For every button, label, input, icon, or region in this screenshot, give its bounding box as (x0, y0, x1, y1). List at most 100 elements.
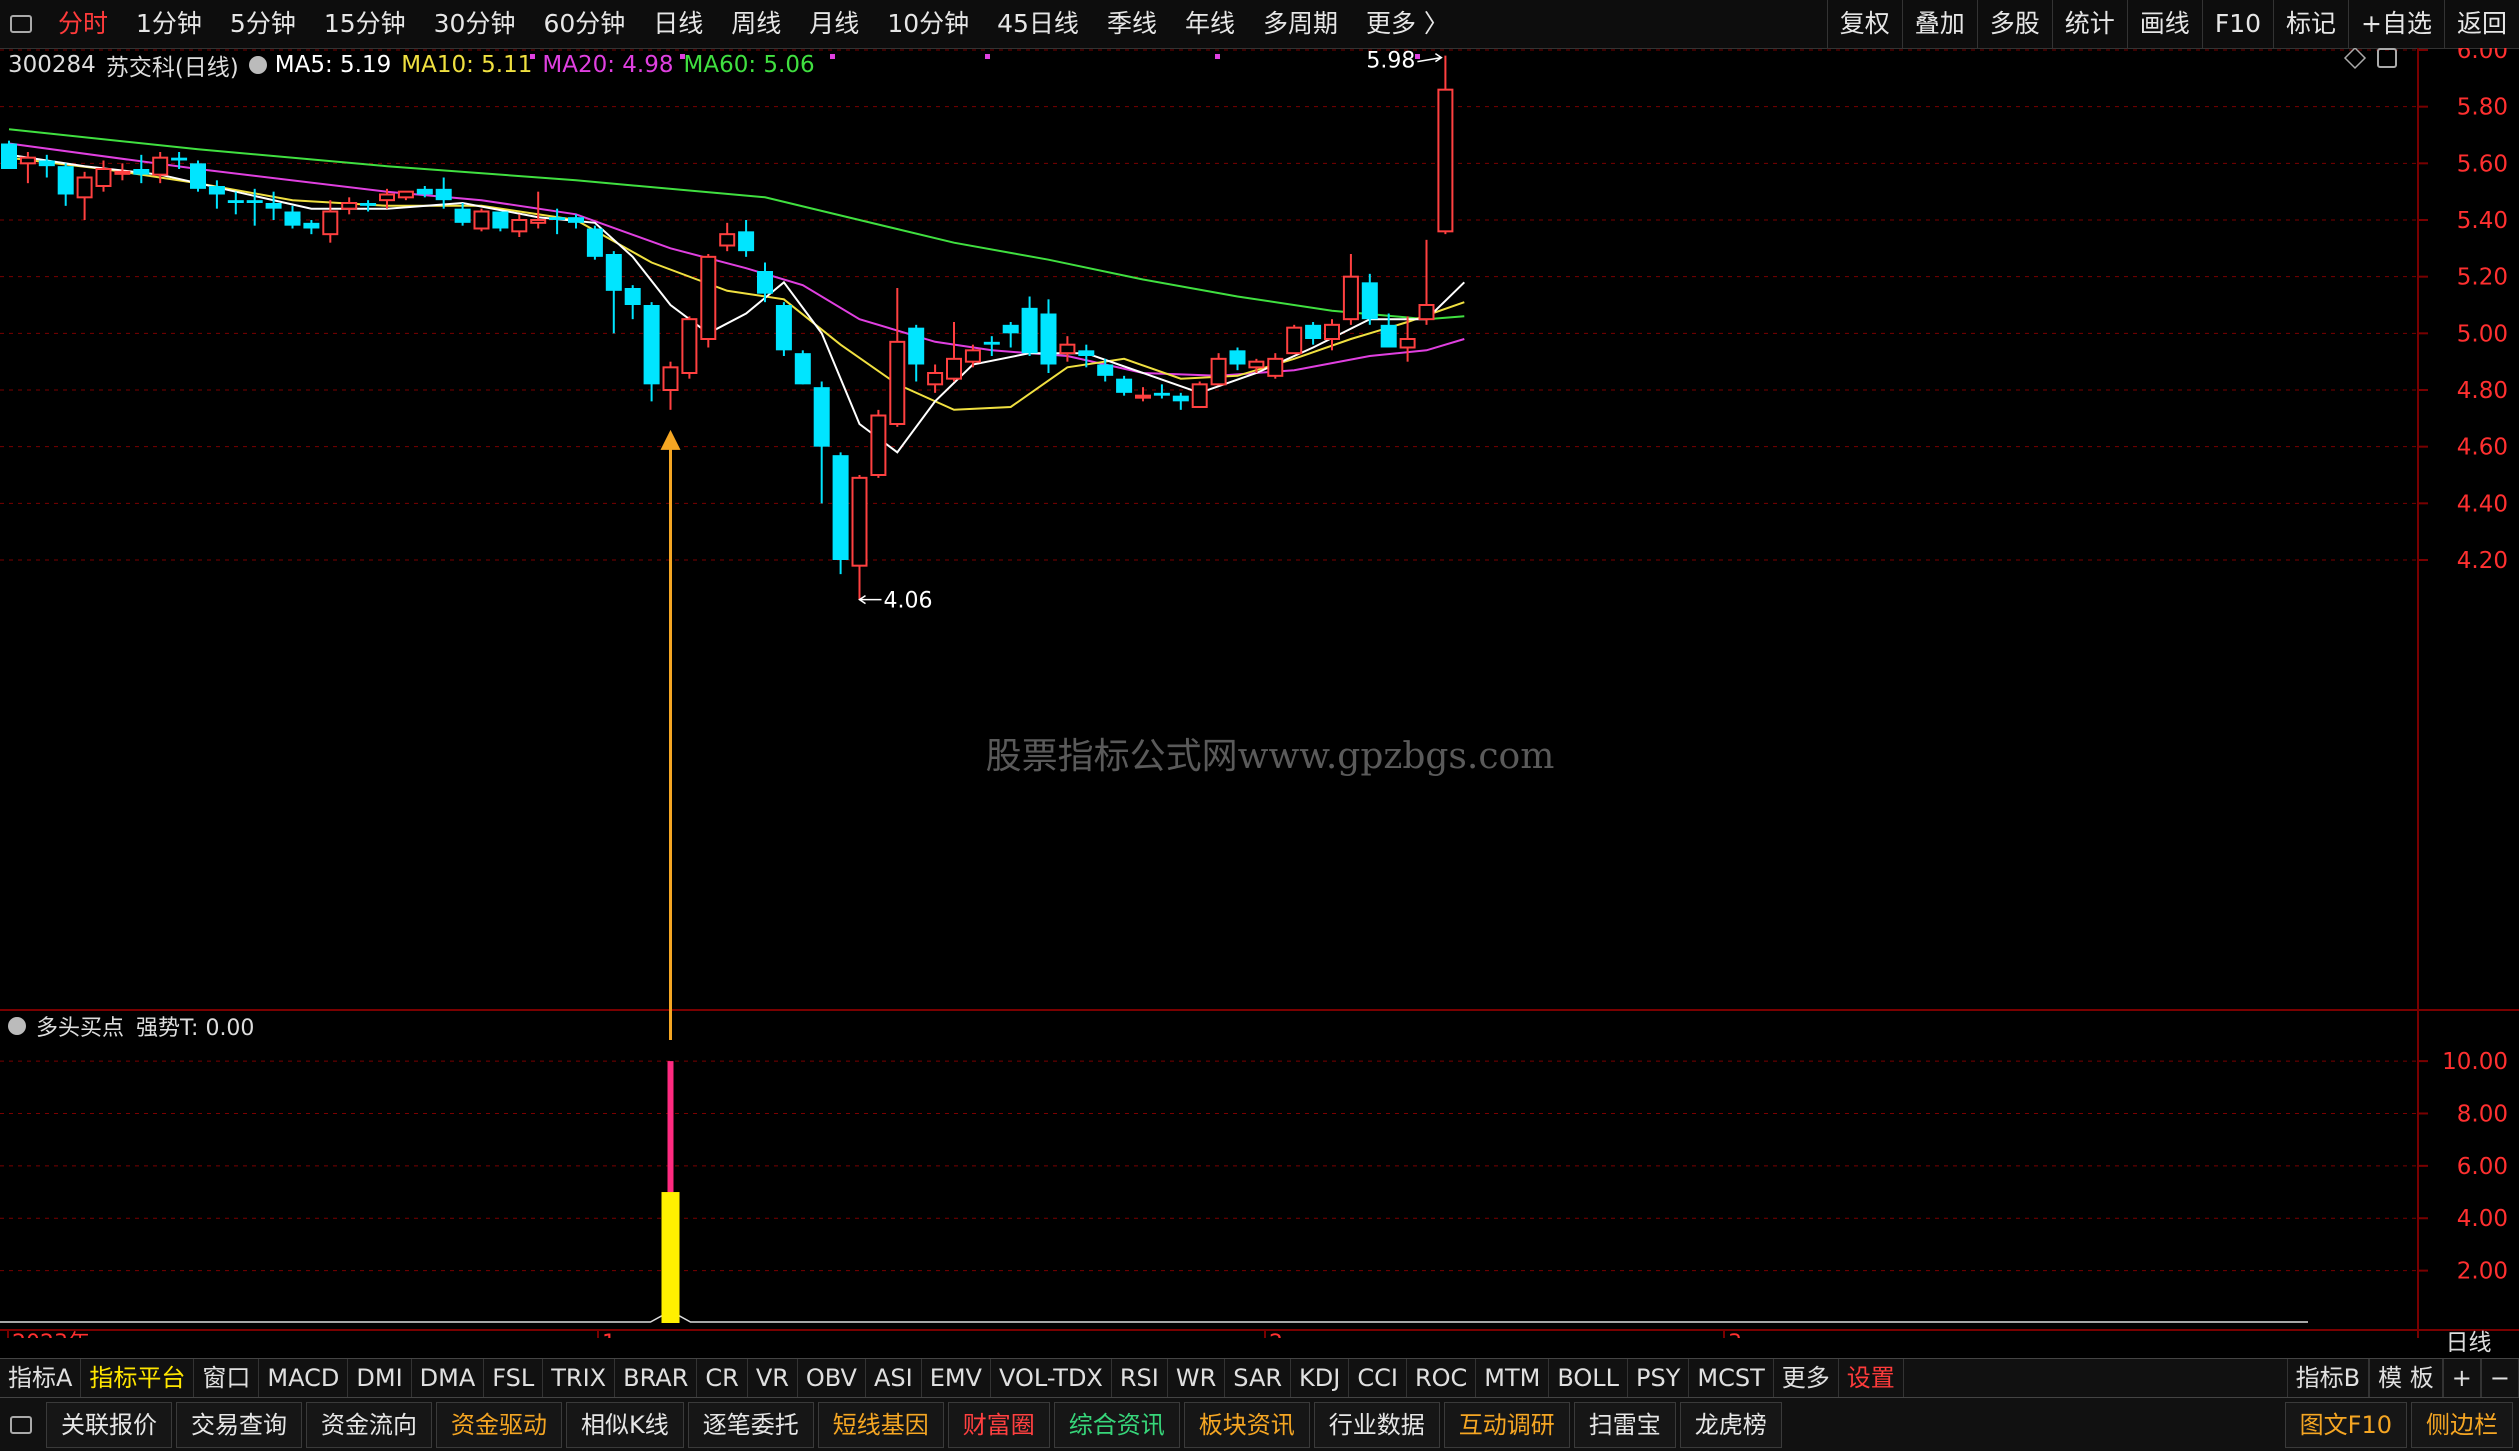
indicator-right-button[interactable]: 指标B (2286, 1359, 2370, 1397)
indicator-tab[interactable]: 指标平台 (81, 1359, 195, 1397)
indicator-tab[interactable]: EMV (922, 1359, 991, 1397)
indicator-tab[interactable]: ASI (866, 1359, 922, 1397)
function-button[interactable]: 关联报价 (46, 1401, 172, 1448)
period-tab[interactable]: 月线 (795, 0, 873, 48)
candle-body (1342, 275, 1359, 321)
indicator-tab[interactable]: OBV (798, 1359, 866, 1397)
candle (889, 288, 906, 427)
function-button[interactable]: 行业数据 (1313, 1401, 1440, 1448)
indicator-right-button[interactable]: + (2442, 1359, 2481, 1397)
period-tab[interactable]: 60分钟 (529, 0, 639, 48)
indicator-tab[interactable]: DMI (348, 1359, 412, 1397)
bottom-function-bar: 关联报价 交易查询 资金流向 资金驱动 相似K线 逐笔委托 短线基因 财富圈 综合资讯 板块资讯行… (0, 1398, 2519, 1451)
period-tab[interactable]: 多周期 (1249, 0, 1352, 48)
period-tab[interactable]: 30分钟 (420, 0, 530, 48)
indicator-right-button[interactable]: 模 板 (2369, 1359, 2443, 1397)
candle-body (473, 210, 490, 230)
function-button[interactable]: 财富圈 (947, 1401, 1050, 1448)
sub-tick-label: 4.00 (2457, 1206, 2508, 1232)
period-tab[interactable]: 年线 (1171, 0, 1249, 48)
price-tick-label: 4.60 (2457, 435, 2508, 461)
indicator-tab[interactable]: PSY (1628, 1359, 1690, 1397)
top-button[interactable]: 多股 (1976, 0, 2052, 48)
candle (832, 452, 849, 575)
candle-body (700, 255, 717, 340)
period-tab[interactable]: 分时 (44, 0, 122, 48)
indicator-tab[interactable]: MACD (259, 1359, 349, 1397)
candle-body (1153, 392, 1170, 396)
period-tab[interactable]: 周线 (717, 0, 795, 48)
period-tab[interactable]: 10分钟 (873, 0, 983, 48)
function-button[interactable]: 资金流向 (306, 1401, 432, 1448)
indicator-tab[interactable]: SAR (1225, 1359, 1292, 1397)
top-button[interactable]: 叠加 (1901, 0, 1977, 48)
candle (1286, 324, 1303, 355)
period-tab[interactable]: 日线 (639, 0, 717, 48)
indicator-tab[interactable]: MTM (1476, 1359, 1550, 1397)
function-button[interactable]: 逐笔委托 (687, 1401, 814, 1448)
indicator-tab[interactable]: WR (1168, 1359, 1226, 1397)
indicator-tab[interactable]: BRAR (615, 1359, 698, 1397)
period-tab[interactable]: 5分钟 (216, 0, 310, 48)
top-button[interactable]: 返回 (2443, 0, 2519, 48)
sub-indicator-name: 多头买点 (36, 1016, 125, 1041)
indicator-tab[interactable]: VR (748, 1359, 798, 1397)
indicator-tab[interactable]: FSL (484, 1359, 544, 1397)
candle (1229, 347, 1246, 371)
period-tab[interactable]: 1分钟 (122, 0, 216, 48)
function-button[interactable]: 板块资讯 (1183, 1401, 1310, 1448)
indicator-tab[interactable]: 更多 (1774, 1359, 1839, 1397)
indicator-tab[interactable]: CR (697, 1359, 748, 1397)
period-tab[interactable]: 45日线 (983, 0, 1093, 48)
function-button[interactable]: 短线基因 (817, 1401, 944, 1448)
indicator-tab[interactable]: 指标A (0, 1359, 82, 1397)
indicator-tab[interactable]: VOL-TDX (991, 1359, 1112, 1397)
function-button[interactable]: 相似K线 (566, 1401, 684, 1448)
period-tab[interactable]: 15分钟 (310, 0, 420, 48)
function-button[interactable]: 资金驱动 (436, 1401, 562, 1448)
period-tab[interactable]: 季线 (1093, 0, 1171, 48)
indicator-tab[interactable]: TRIX (543, 1359, 616, 1397)
indicator-tab[interactable]: 设置 (1839, 1359, 1904, 1397)
indicator-right-buttons: 指标B 模 板 + − (2286, 1359, 2519, 1397)
period-tab[interactable]: 更多 〉 (1352, 0, 1463, 48)
indicator-tab[interactable]: KDJ (1291, 1359, 1350, 1397)
low-price-label: 4.06 (884, 589, 933, 614)
function-button[interactable]: 互动调研 (1443, 1401, 1570, 1448)
high-price-label: 5.98 (1366, 49, 1415, 74)
function-button[interactable]: 综合资讯 (1053, 1401, 1180, 1448)
chevron-down-icon[interactable] (8, 1017, 26, 1035)
candle-body (1380, 324, 1397, 348)
indicator-tab[interactable]: MCST (1689, 1359, 1774, 1397)
side-button[interactable]: 侧边栏 (2411, 1402, 2513, 1448)
indicator-tab[interactable]: CCI (1349, 1359, 1407, 1397)
indicator-tab[interactable]: ROC (1407, 1359, 1477, 1397)
top-button[interactable]: 复权 (1826, 0, 1902, 48)
window-icon[interactable] (10, 1415, 32, 1434)
kline-chart[interactable]: 6.00 5.80 5.60 5.40 5.20 5.00 4.80 4.60 4.40 4.20… (0, 48, 2519, 1338)
period-tabs: 分时 1分钟 5分钟 15分钟 30分钟 60分钟 日线 周线 月线 10分钟 45日线 季线 年线 多周… (44, 0, 1463, 48)
function-button[interactable]: 交易查询 (176, 1401, 302, 1448)
marker-dot (530, 54, 535, 59)
window-icon[interactable] (10, 15, 32, 33)
function-button[interactable]: 龙虎榜 (1679, 1401, 1782, 1448)
candle-body (832, 455, 849, 560)
candle (983, 336, 1000, 356)
top-button[interactable]: 统计 (2051, 0, 2127, 48)
indicator-right-button[interactable]: − (2480, 1359, 2519, 1397)
indicator-tab[interactable]: BOLL (1549, 1359, 1629, 1397)
candle (492, 211, 509, 232)
side-button[interactable]: 图文F10 (2284, 1402, 2407, 1448)
top-button[interactable]: +自选 (2348, 0, 2444, 48)
function-button[interactable]: 扫雷宝 (1573, 1401, 1676, 1448)
sub-tick-label: 2.00 (2457, 1259, 2508, 1285)
indicator-tab[interactable]: 窗口 (194, 1359, 260, 1397)
top-button[interactable]: 画线 (2126, 0, 2202, 48)
candle-body (1437, 88, 1454, 233)
indicator-tab[interactable]: RSI (1112, 1359, 1168, 1397)
candle-body (133, 169, 150, 175)
top-button[interactable]: 标记 (2273, 0, 2348, 48)
indicator-tab[interactable]: DMA (412, 1359, 485, 1397)
top-button[interactable]: F10 (2201, 0, 2273, 48)
candle-body (1361, 282, 1378, 320)
